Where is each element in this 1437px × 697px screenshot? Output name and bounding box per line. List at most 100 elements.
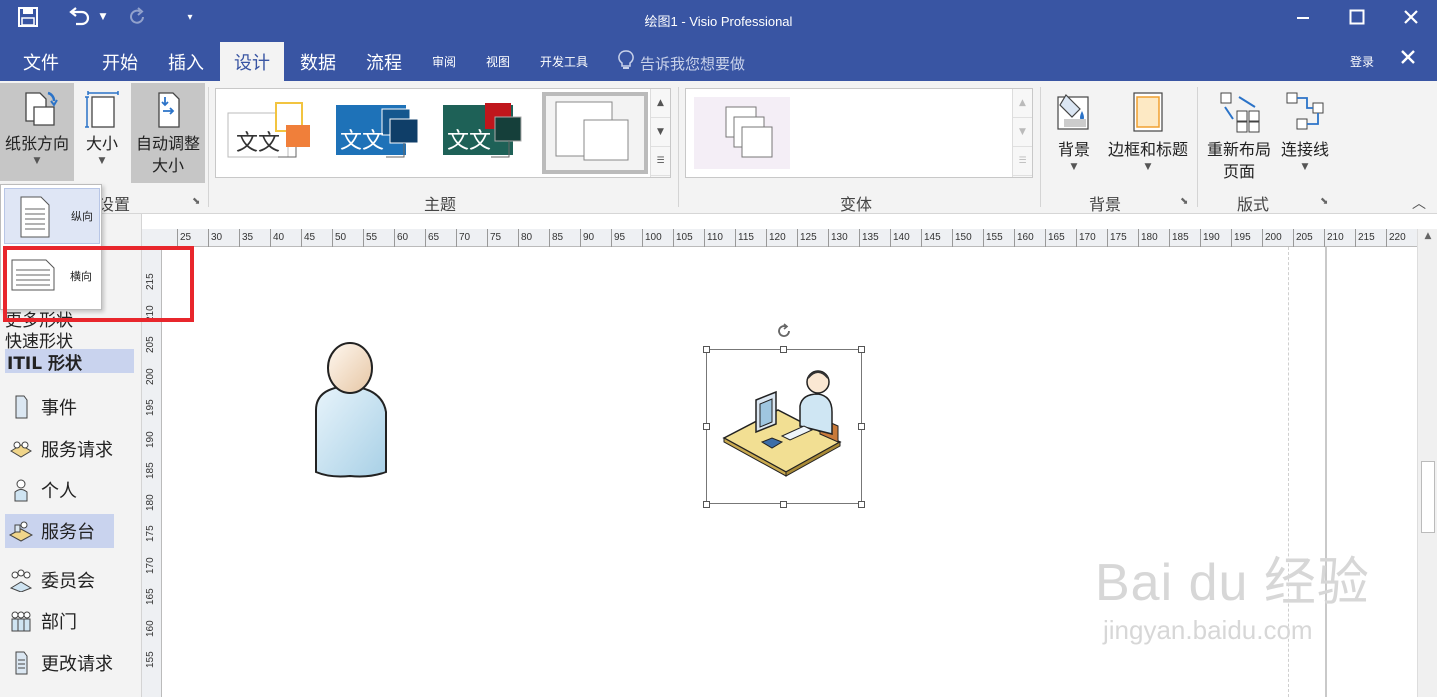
ruler-tick-label: 100	[642, 229, 662, 247]
ruler-tick-label: 130	[828, 229, 848, 247]
ruler-tick-label: 195	[1231, 229, 1251, 247]
resize-handle[interactable]	[703, 423, 710, 430]
tab-home[interactable]: 开始	[88, 42, 152, 81]
vertical-scrollbar[interactable]: ▲	[1417, 229, 1437, 697]
group-separator	[208, 87, 209, 207]
minimize-icon[interactable]	[1280, 2, 1326, 32]
signin-link[interactable]: 登录	[1350, 53, 1374, 70]
ruler-tick-label: 35	[238, 229, 254, 247]
dialog-launcher-icon[interactable]: ⬊	[192, 196, 200, 207]
theme-none[interactable]	[542, 92, 648, 174]
ruler-tick-label: 175	[145, 525, 156, 542]
relayout-label-1: 重新布局	[1206, 140, 1271, 159]
theme-office[interactable]: 文文	[224, 99, 314, 169]
tab-design[interactable]: 设计	[220, 42, 284, 81]
tab-file[interactable]: 文件	[6, 42, 76, 81]
ruler-tick-label: 170	[145, 556, 156, 574]
person-shape[interactable]	[310, 340, 392, 480]
dialog-launcher-icon[interactable]: ⬊	[1320, 196, 1328, 207]
shape-department[interactable]: 部门	[5, 604, 77, 638]
lightbulb-icon	[618, 50, 634, 76]
connectors-button[interactable]: 连接线 ▼	[1276, 83, 1334, 181]
resize-handle[interactable]	[858, 346, 865, 353]
tab-data[interactable]: 数据	[286, 42, 350, 81]
close-icon[interactable]	[1400, 46, 1416, 71]
shape-incident[interactable]: 事件	[5, 390, 77, 424]
ruler-tick-label: 80	[517, 229, 533, 247]
tab-review[interactable]: 审阅	[420, 42, 468, 81]
chevron-down-icon: ▼	[33, 156, 41, 166]
group-label-themes: 主题	[424, 195, 457, 214]
horizontal-ruler: 25 30 35 40 45 50 55 60 65 70 75 80 85 90 95 100 105 110 1…	[162, 229, 1417, 247]
shape-committee[interactable]: 委员会	[5, 563, 95, 597]
relayout-label-2: 页面	[1222, 162, 1255, 181]
ruler-tick-label: 210	[1324, 229, 1344, 247]
orientation-portrait[interactable]: 纵向	[4, 188, 100, 244]
ruler-tick-label: 185	[145, 462, 156, 479]
resize-handle[interactable]	[703, 501, 710, 508]
resize-handle[interactable]	[858, 501, 865, 508]
resize-handle[interactable]	[858, 423, 865, 430]
ruler-tick-label: 95	[610, 229, 626, 247]
scroll-up-icon[interactable]: ▲	[651, 89, 670, 118]
themes-scroll[interactable]: ▲ ▼ ☰	[650, 89, 670, 177]
background-button[interactable]: 背景 ▼	[1050, 83, 1098, 181]
tab-developer[interactable]: 开发工具	[528, 42, 600, 81]
scrollbar-thumb[interactable]	[1421, 461, 1435, 533]
ruler-tick-label: 195	[145, 399, 156, 416]
borders-titles-button[interactable]: 边框和标题 ▼	[1104, 83, 1192, 181]
theme-text: 文文	[236, 131, 281, 156]
collapse-ribbon-icon[interactable]: ︿	[1412, 193, 1426, 213]
relayout-button[interactable]: 重新布局 页面	[1202, 83, 1276, 183]
paint-bucket-icon	[1050, 83, 1098, 139]
ruler-tick-label: 50	[331, 229, 347, 247]
ruler-tick-label: 145	[921, 229, 941, 247]
scroll-down-icon[interactable]: ▼	[1013, 118, 1032, 147]
resize-handle[interactable]	[703, 346, 710, 353]
close-icon[interactable]	[1388, 2, 1434, 32]
group-label-variants: 变体	[840, 195, 873, 214]
size-button[interactable]: 大小 ▼	[78, 83, 126, 181]
shape-person[interactable]: 个人	[5, 473, 77, 507]
scroll-down-icon[interactable]: ▼	[651, 118, 670, 147]
auto-size-button[interactable]: 自动调整 大小	[131, 83, 205, 183]
dialog-launcher-icon[interactable]: ⬊	[1180, 196, 1188, 207]
ruler-tick-label: 60	[393, 229, 409, 247]
tab-process[interactable]: 流程	[352, 42, 416, 81]
ruler-tick-label: 140	[890, 229, 910, 247]
more-icon[interactable]: ☰	[651, 147, 670, 176]
scroll-up-icon[interactable]: ▲	[1013, 89, 1032, 118]
stencil-itil[interactable]: ITIL 形状	[5, 349, 134, 374]
orientation-button[interactable]: 纸张方向 ▼	[0, 83, 74, 181]
resize-handle[interactable]	[780, 501, 787, 508]
background-label: 背景	[1057, 140, 1090, 159]
tab-insert[interactable]: 插入	[154, 42, 218, 81]
variants-scroll[interactable]: ▲ ▼ ☰	[1012, 89, 1032, 177]
scroll-up-icon[interactable]: ▲	[1418, 231, 1437, 241]
chevron-down-icon: ▼	[1070, 162, 1078, 172]
shape-service-desk[interactable]: 服务台	[5, 514, 114, 548]
theme-blue[interactable]: 文文	[334, 99, 424, 169]
variants-gallery: ▲ ▼ ☰	[685, 88, 1033, 178]
watermark-sub: jingyan.baidu.com	[1103, 615, 1313, 645]
connector-icon	[1276, 83, 1334, 139]
orientation-label: 纸张方向	[4, 134, 69, 153]
variant-item[interactable]	[694, 97, 790, 169]
resize-handle[interactable]	[780, 346, 787, 353]
tab-view[interactable]: 视图	[474, 42, 522, 81]
maximize-icon[interactable]	[1334, 2, 1380, 32]
ruler-tick-label: 165	[1045, 229, 1065, 247]
service-desk-icon	[9, 518, 33, 544]
theme-teal[interactable]: 文文	[441, 99, 531, 169]
tell-me-box[interactable]: 告诉我您想要做	[618, 50, 745, 76]
rotate-handle-icon[interactable]	[775, 322, 793, 344]
borders-titles-label: 边框和标题	[1107, 140, 1188, 159]
ruler-tick-label: 165	[145, 588, 156, 605]
more-icon[interactable]: ☰	[1013, 147, 1032, 176]
auto-size-label-2: 大小	[151, 156, 184, 175]
ruler-tick-label: 110	[704, 229, 723, 247]
shape-service-request[interactable]: 服务请求	[5, 432, 113, 466]
orientation-icon	[0, 83, 74, 133]
group-separator	[678, 87, 679, 207]
shape-change-request[interactable]: 更改请求	[5, 646, 113, 680]
